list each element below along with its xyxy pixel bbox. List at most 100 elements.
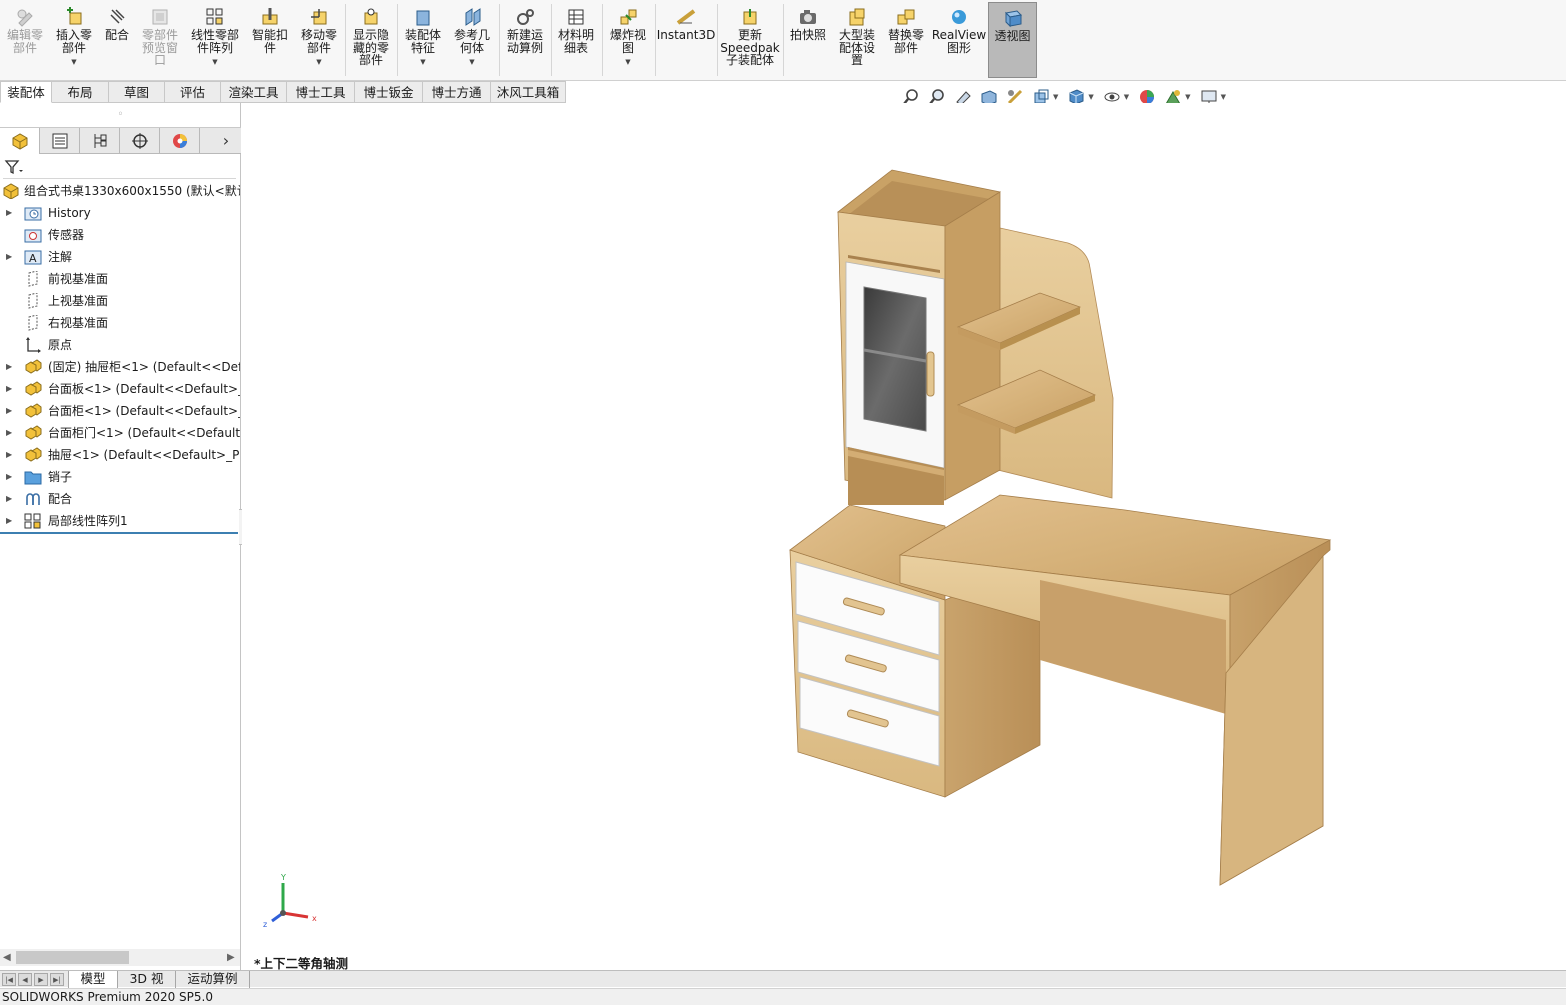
tab-display-manager[interactable]: [160, 128, 200, 154]
ribbon-separator: [602, 4, 603, 76]
tree-node[interactable]: 右视基准面: [0, 312, 240, 334]
tree-node[interactable]: 前视基准面: [0, 268, 240, 290]
chevron-down-icon[interactable]: ▼: [420, 56, 425, 69]
command-manager-tabs: 装配体 布局 草图 评估 渲染工具 博士工具 博士钣金 博士方通 沐风工具箱: [0, 81, 566, 103]
chevron-down-icon[interactable]: ▼: [71, 56, 76, 69]
tree-node[interactable]: ▶ 抽屉<1> (Default<<Default>_Pho: [0, 444, 240, 466]
tab-feature-manager[interactable]: [0, 128, 40, 154]
tree-node[interactable]: ▶ 台面板<1> (Default<<Default>_P: [0, 378, 240, 400]
tree-node[interactable]: 原点: [0, 334, 240, 356]
tree-node[interactable]: ▶ History: [0, 202, 240, 224]
expand-arrow-icon[interactable]: ▶: [6, 466, 16, 488]
insert-components-button[interactable]: 插入零 部件 ▼: [50, 2, 98, 78]
chevron-right-icon[interactable]: ›: [211, 128, 241, 153]
command-manager-ribbon: 编辑零 部件 插入零 部件 ▼ 配合 零部件 预览窗 口 线性零部 件阵列 ▼ …: [0, 0, 1566, 81]
assembly-features-button[interactable]: 装配体 特征 ▼: [400, 2, 446, 78]
expand-arrow-icon[interactable]: ▶: [6, 202, 16, 224]
tree-node[interactable]: ▶ (固定) 抽屉柜<1> (Default<<Defa: [0, 356, 240, 378]
bom-icon: [565, 6, 587, 28]
tab-3d-view[interactable]: 3D 视图: [118, 970, 176, 1002]
expand-arrow-icon[interactable]: ▶: [6, 488, 16, 510]
exploded-view-button[interactable]: 爆炸视 图 ▼: [605, 2, 651, 78]
chevron-down-icon[interactable]: ▼: [1124, 93, 1129, 101]
edit-component-button[interactable]: 编辑零 部件: [2, 2, 48, 78]
configuration-manager-icon: [94, 134, 106, 148]
tree-node[interactable]: ▶ 台面柜<1> (Default<<Default>_P: [0, 400, 240, 422]
component-preview-button[interactable]: 零部件 预览窗 口: [137, 2, 183, 78]
tree-node-label: 传感器: [48, 228, 85, 242]
expand-arrow-icon[interactable]: ▶: [6, 246, 16, 268]
panel-grip[interactable]: ◦: [0, 108, 241, 126]
desk-model[interactable]: [242, 103, 1566, 970]
chevron-down-icon[interactable]: ▼: [1185, 93, 1190, 101]
expand-arrow-icon[interactable]: ▶: [6, 378, 16, 400]
move-component-button[interactable]: 移动零 部件 ▼: [296, 2, 342, 78]
tree-rollback-bar[interactable]: [0, 532, 238, 534]
reference-geometry-button[interactable]: 参考几 何体 ▼: [450, 2, 494, 78]
tab-layout[interactable]: 布局: [52, 81, 109, 103]
tree-root[interactable]: 组合式书桌1330x600x1550 (默认<默认: [0, 180, 240, 202]
tab-mufeng-toolbox[interactable]: 沐风工具箱: [491, 81, 566, 103]
tree-node[interactable]: ▶ 配合: [0, 488, 240, 510]
expand-arrow-icon[interactable]: ▶: [6, 356, 16, 378]
chevron-down-icon[interactable]: ▼: [1053, 93, 1058, 101]
tree-filter[interactable]: [3, 155, 236, 179]
instant3d-button[interactable]: Instant3D: [657, 2, 715, 78]
replace-components-button[interactable]: 替换零 部件: [883, 2, 929, 78]
large-assembly-settings-button[interactable]: 大型装 配体设 置: [834, 2, 880, 78]
tree-node-label: 右视基准面: [48, 316, 109, 330]
chevron-down-icon[interactable]: ▼: [316, 56, 321, 69]
expand-arrow-icon[interactable]: ▶: [6, 400, 16, 422]
scrollbar-thumb[interactable]: [16, 951, 129, 964]
smart-fasteners-button[interactable]: 智能扣 件: [248, 2, 292, 78]
update-speedpak-button[interactable]: 更新 Speedpak 子装配体: [720, 2, 780, 78]
expand-arrow-icon[interactable]: ▶: [6, 444, 16, 466]
tab-render-tools[interactable]: 渲染工具: [221, 81, 287, 103]
linear-pattern-button[interactable]: 线性零部 件阵列 ▼: [186, 2, 244, 78]
show-hidden-components-button[interactable]: 显示隐 藏的零 部件: [348, 2, 394, 78]
snapshot-button[interactable]: 拍快照: [786, 2, 830, 78]
chevron-down-icon[interactable]: ▼: [1221, 93, 1226, 101]
chevron-down-icon[interactable]: ▼: [1088, 93, 1093, 101]
component-preview-icon: [149, 6, 171, 28]
chevron-down-icon[interactable]: ▼: [212, 56, 217, 69]
tab-dimxpert-manager[interactable]: [120, 128, 160, 154]
tree-node[interactable]: 传感器: [0, 224, 240, 246]
tree-node-label: 上视基准面: [48, 294, 109, 308]
horizontal-scrollbar[interactable]: ◀ ▶: [0, 949, 240, 966]
prev-tab-icon[interactable]: ◀: [18, 972, 32, 986]
tab-motion-study[interactable]: 运动算例 1: [176, 970, 250, 1002]
tree-node[interactable]: 上视基准面: [0, 290, 240, 312]
expand-arrow-icon[interactable]: ▶: [6, 510, 16, 532]
tab-sketch[interactable]: 草图: [109, 81, 165, 103]
new-motion-study-button[interactable]: 新建运 动算例: [502, 2, 548, 78]
perspective-view-button[interactable]: 透视图: [988, 2, 1037, 78]
tree-node[interactable]: ▶ 销子: [0, 466, 240, 488]
tree-node[interactable]: ▶ 局部线性阵列1: [0, 510, 240, 532]
tab-evaluate[interactable]: 评估: [165, 81, 221, 103]
tab-assembly[interactable]: 装配体: [0, 81, 52, 103]
tab-boshi-tube[interactable]: 博士方通: [423, 81, 491, 103]
chevron-down-icon[interactable]: ▼: [469, 56, 474, 69]
tab-property-manager[interactable]: [40, 128, 80, 154]
realview-graphics-button[interactable]: RealView 图形: [932, 2, 986, 78]
tab-configuration-manager[interactable]: [80, 128, 120, 154]
chevron-down-icon[interactable]: ▼: [625, 56, 630, 69]
tree-node[interactable]: ▶ A 注解: [0, 246, 240, 268]
filter-icon: [4, 159, 23, 174]
last-tab-icon[interactable]: ▶|: [50, 972, 64, 986]
bom-button[interactable]: 材料明 细表: [554, 2, 598, 78]
expand-arrow-icon[interactable]: ▶: [6, 422, 16, 444]
tab-model[interactable]: 模型: [68, 970, 118, 988]
next-tab-icon[interactable]: ▶: [34, 972, 48, 986]
property-manager-icon: [52, 133, 67, 149]
first-tab-icon[interactable]: |◀: [2, 972, 16, 986]
tree-node-label: 台面柜门<1> (Default<<Default>: [48, 426, 240, 440]
realview-icon: [948, 6, 970, 28]
tab-boshi-tools[interactable]: 博士工具: [287, 81, 355, 103]
mate-button[interactable]: 配合: [100, 2, 134, 78]
graphics-area[interactable]: Y x z: [242, 103, 1566, 970]
tab-boshi-sheetmetal[interactable]: 博士钣金: [355, 81, 423, 103]
tree-node[interactable]: ▶ 台面柜门<1> (Default<<Default>: [0, 422, 240, 444]
svg-text:x: x: [312, 914, 317, 923]
